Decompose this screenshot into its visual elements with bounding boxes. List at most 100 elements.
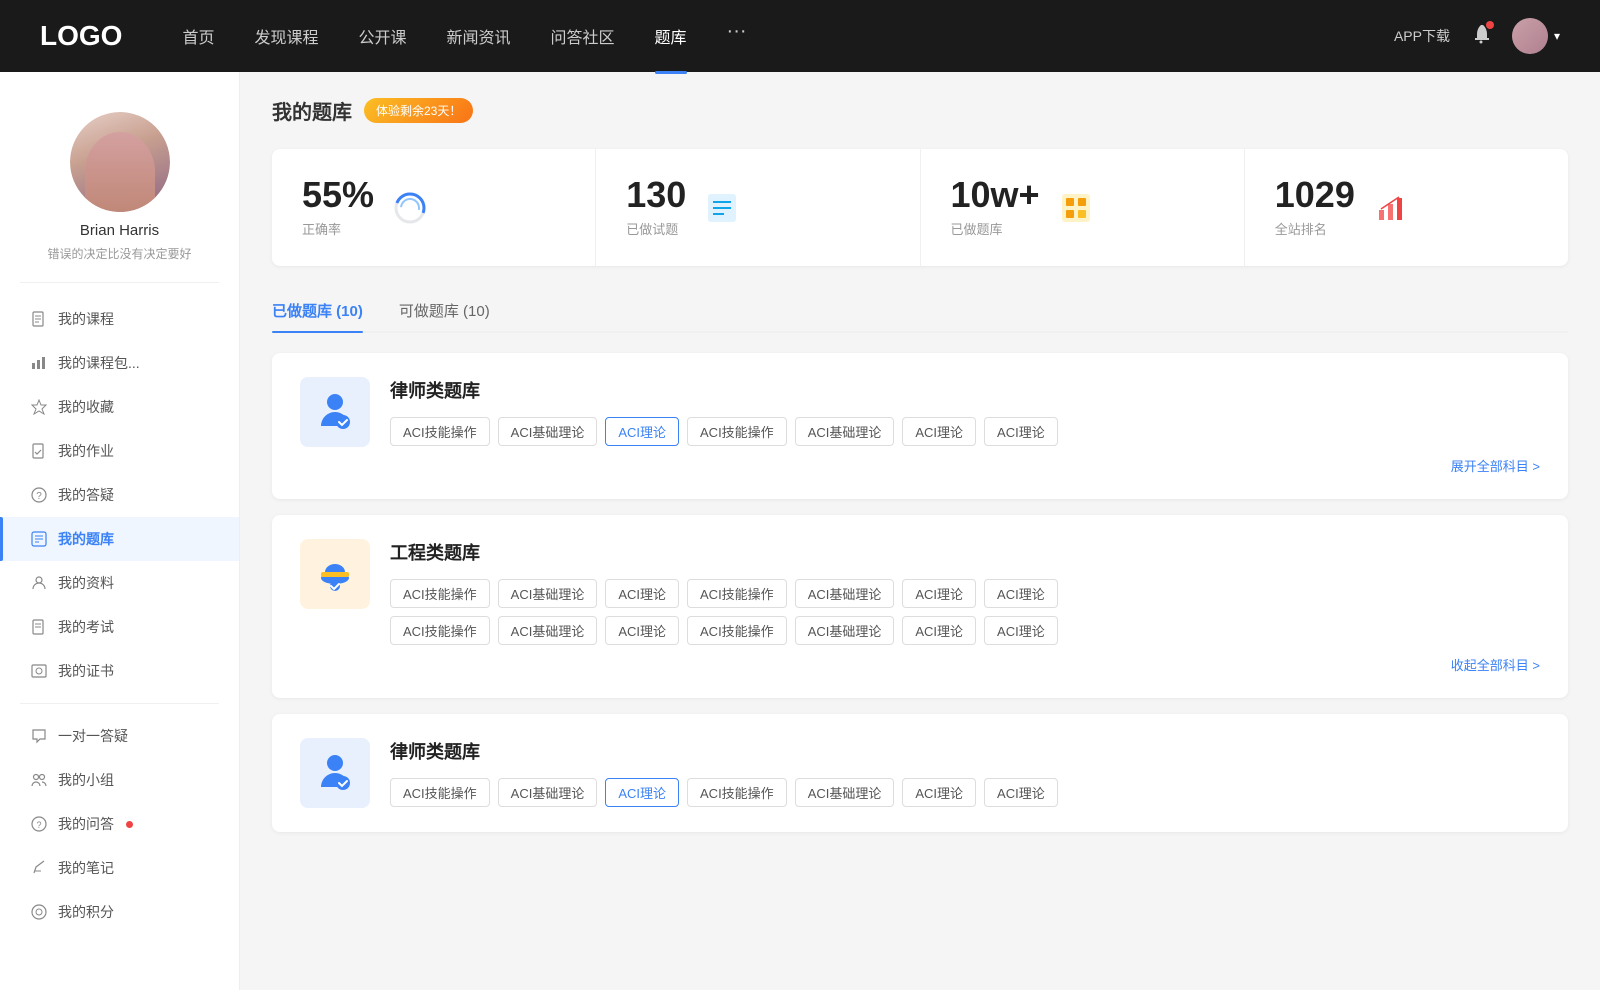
tag-item[interactable]: ACI理论 bbox=[605, 616, 679, 645]
header-right: APP下载 ▾ bbox=[1394, 18, 1560, 54]
qbank-title: 律师类题库 bbox=[390, 738, 1540, 764]
points-icon bbox=[30, 903, 48, 921]
tag-item[interactable]: ACI理论 bbox=[902, 616, 976, 645]
sidebar-label: 一对一答疑 bbox=[58, 726, 128, 746]
lawyer-icon-container bbox=[300, 377, 370, 447]
qbank-header: 律师类题库 ACI技能操作 ACI基础理论 ACI理论 ACI技能操作 ACI基… bbox=[300, 377, 1540, 475]
notification-bell[interactable] bbox=[1470, 23, 1492, 50]
sidebar-item-certificate[interactable]: 我的证书 bbox=[0, 649, 239, 693]
question-icon: ? bbox=[30, 486, 48, 504]
sidebar-item-favorites[interactable]: 我的收藏 bbox=[0, 385, 239, 429]
lawyer-icon-container-2 bbox=[300, 738, 370, 808]
lawyer-person-icon-2 bbox=[311, 749, 359, 797]
stat-done-number: 130 bbox=[626, 177, 686, 213]
tab-done-banks[interactable]: 已做题库 (10) bbox=[272, 290, 363, 331]
sidebar-label: 我的课程 bbox=[58, 309, 114, 329]
stat-accuracy: 55% 正确率 bbox=[272, 149, 596, 266]
tag-item[interactable]: ACI基础理论 bbox=[498, 417, 598, 446]
sidebar-item-qa[interactable]: ? 我的答疑 bbox=[0, 473, 239, 517]
nav-more[interactable]: ··· bbox=[727, 20, 747, 52]
page-layout: Brian Harris 错误的决定比没有决定要好 我的课程 我的课程包... bbox=[0, 0, 1600, 990]
user-profile: Brian Harris 错误的决定比没有决定要好 bbox=[0, 92, 239, 272]
tag-item[interactable]: ACI理论 bbox=[984, 417, 1058, 446]
expand-all-link[interactable]: 展开全部科目 > bbox=[1451, 456, 1540, 475]
sidebar-label: 我的积分 bbox=[58, 902, 114, 922]
tabs-row: 已做题库 (10) 可做题库 (10) bbox=[272, 290, 1568, 333]
sidebar-item-exam[interactable]: 我的考试 bbox=[0, 605, 239, 649]
sidebar-label: 我的小组 bbox=[58, 770, 114, 790]
tag-item[interactable]: ACI基础理论 bbox=[795, 616, 895, 645]
tag-item[interactable]: ACI基础理论 bbox=[795, 579, 895, 608]
sidebar-label: 我的收藏 bbox=[58, 397, 114, 417]
sidebar-label: 我的问答 bbox=[58, 814, 114, 834]
nav-qbank[interactable]: 题库 bbox=[655, 20, 687, 52]
tag-item[interactable]: ACI技能操作 bbox=[687, 579, 787, 608]
page-title-row: 我的题库 体验剩余23天！ bbox=[272, 96, 1568, 125]
user-avatar-large bbox=[70, 112, 170, 212]
qbank-body: 工程类题库 ACI技能操作 ACI基础理论 ACI理论 ACI技能操作 ACI基… bbox=[390, 539, 1540, 674]
stat-banks-label: 已做题库 bbox=[951, 219, 1040, 238]
tag-item[interactable]: ACI技能操作 bbox=[390, 579, 490, 608]
profile-icon bbox=[30, 574, 48, 592]
chat-icon bbox=[30, 727, 48, 745]
tag-item[interactable]: ACI基础理论 bbox=[498, 579, 598, 608]
sidebar-item-questions[interactable]: ? 我的问答 bbox=[0, 802, 239, 846]
tag-item[interactable]: ACI基础理论 bbox=[498, 616, 598, 645]
tag-item[interactable]: ACI技能操作 bbox=[687, 417, 787, 446]
app-download-button[interactable]: APP下载 bbox=[1394, 26, 1450, 46]
qbank-card-lawyer-2: 律师类题库 ACI技能操作 ACI基础理论 ACI理论 ACI技能操作 ACI基… bbox=[272, 714, 1568, 832]
tag-item[interactable]: ACI理论 bbox=[984, 579, 1058, 608]
tag-item[interactable]: ACI技能操作 bbox=[687, 778, 787, 807]
tab-available-banks[interactable]: 可做题库 (10) bbox=[399, 290, 490, 331]
stat-done-label: 已做试题 bbox=[626, 219, 686, 238]
sidebar-item-homework[interactable]: 我的作业 bbox=[0, 429, 239, 473]
tag-item[interactable]: ACI理论 bbox=[902, 417, 976, 446]
stat-done-text: 130 已做试题 bbox=[626, 177, 686, 238]
notification-badge bbox=[126, 821, 133, 828]
nav-qa[interactable]: 问答社区 bbox=[551, 20, 615, 52]
tag-item[interactable]: ACI基础理论 bbox=[795, 417, 895, 446]
sidebar-item-1on1[interactable]: 一对一答疑 bbox=[0, 714, 239, 758]
tag-item[interactable]: ACI基础理论 bbox=[795, 778, 895, 807]
tag-item[interactable]: ACI技能操作 bbox=[390, 616, 490, 645]
nav-home[interactable]: 首页 bbox=[182, 20, 214, 52]
accuracy-icon bbox=[390, 188, 430, 228]
sidebar-item-profile[interactable]: 我的资料 bbox=[0, 561, 239, 605]
tag-item-selected[interactable]: ACI理论 bbox=[605, 417, 679, 446]
engineer-helmet-icon bbox=[311, 550, 359, 598]
sidebar-item-points[interactable]: 我的积分 bbox=[0, 890, 239, 934]
sidebar-label: 我的作业 bbox=[58, 441, 114, 461]
tag-item[interactable]: ACI技能操作 bbox=[687, 616, 787, 645]
user-avatar-button[interactable]: ▾ bbox=[1512, 18, 1560, 54]
stat-banks-text: 10w+ 已做题库 bbox=[951, 177, 1040, 238]
sidebar-item-course-pack[interactable]: 我的课程包... bbox=[0, 341, 239, 385]
nav-discover[interactable]: 发现课程 bbox=[254, 20, 318, 52]
stat-banks-number: 10w+ bbox=[951, 177, 1040, 213]
sidebar-label: 我的笔记 bbox=[58, 858, 114, 878]
tag-item[interactable]: ACI技能操作 bbox=[390, 417, 490, 446]
collapse-all-link[interactable]: 收起全部科目 > bbox=[1451, 655, 1540, 674]
qbank-header: 律师类题库 ACI技能操作 ACI基础理论 ACI理论 ACI技能操作 ACI基… bbox=[300, 738, 1540, 808]
sidebar-item-notes[interactable]: 我的笔记 bbox=[0, 846, 239, 890]
tag-item-selected[interactable]: ACI理论 bbox=[605, 778, 679, 807]
stat-accuracy-number: 55% bbox=[302, 177, 374, 213]
nav-open-course[interactable]: 公开课 bbox=[358, 20, 406, 52]
sidebar-item-group[interactable]: 我的小组 bbox=[0, 758, 239, 802]
certificate-icon bbox=[30, 662, 48, 680]
tag-item[interactable]: ACI理论 bbox=[984, 616, 1058, 645]
tag-item[interactable]: ACI理论 bbox=[902, 778, 976, 807]
chevron-down-icon: ▾ bbox=[1554, 29, 1560, 43]
tag-item[interactable]: ACI技能操作 bbox=[390, 778, 490, 807]
qbank-header: 工程类题库 ACI技能操作 ACI基础理论 ACI理论 ACI技能操作 ACI基… bbox=[300, 539, 1540, 674]
tag-item[interactable]: ACI基础理论 bbox=[498, 778, 598, 807]
engineer-icon-container bbox=[300, 539, 370, 609]
sidebar-item-qbank[interactable]: 我的题库 bbox=[0, 517, 239, 561]
stat-done: 130 已做试题 bbox=[596, 149, 920, 266]
sidebar-item-my-course[interactable]: 我的课程 bbox=[0, 297, 239, 341]
nav-news[interactable]: 新闻资讯 bbox=[447, 20, 511, 52]
qbank-title: 律师类题库 bbox=[390, 377, 1540, 403]
exam-icon bbox=[30, 618, 48, 636]
tag-item[interactable]: ACI理论 bbox=[984, 778, 1058, 807]
tag-item[interactable]: ACI理论 bbox=[605, 579, 679, 608]
tag-item[interactable]: ACI理论 bbox=[902, 579, 976, 608]
